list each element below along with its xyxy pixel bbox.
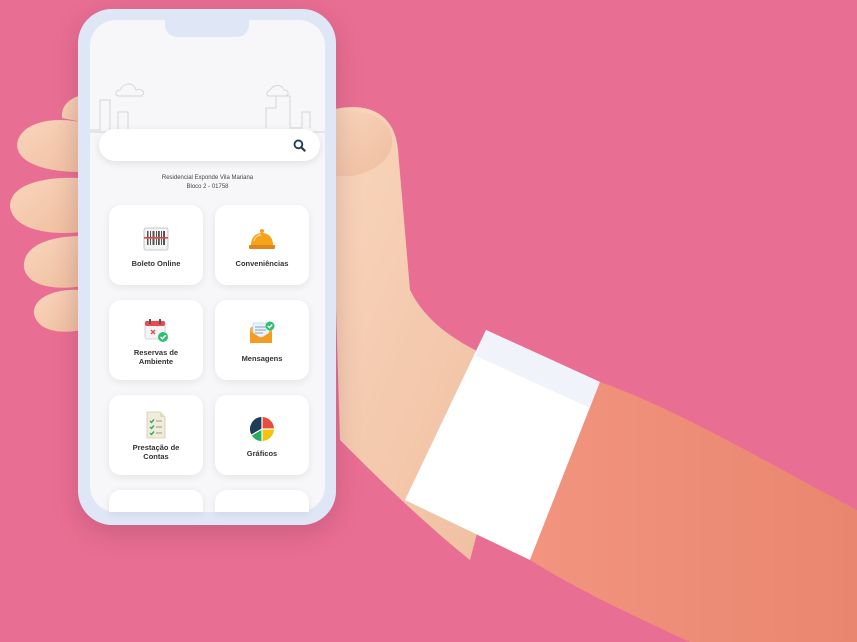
menu-card-prestacao-de-contas[interactable]: Prestação de Contas: [109, 395, 203, 475]
scene: Residencial Exponde Vila Mariana Bloco 2…: [0, 0, 857, 642]
calendar-check-icon: [142, 316, 170, 344]
menu-card-conveniencias[interactable]: Conveniências: [215, 205, 309, 285]
menu-card-label: Conveniências: [235, 259, 289, 268]
menu-card-label: Prestação de Contas: [132, 443, 180, 461]
menu-card-partial[interactable]: [109, 490, 203, 512]
address-line-1: Residencial Exponde Vila Mariana: [161, 175, 254, 181]
menu-card-partial[interactable]: [215, 490, 309, 512]
service-bell-icon: [248, 225, 276, 253]
menu-card-label: Reservas de Ambiente: [133, 348, 179, 366]
condominium-address: Residencial Exponde Vila Mariana Bloco 2…: [90, 174, 325, 192]
search-input[interactable]: [99, 129, 320, 161]
search-icon: [293, 139, 306, 152]
menu-card-boleto-online[interactable]: Boleto Online: [109, 205, 203, 285]
menu-card-graficos[interactable]: Gráficos: [215, 395, 309, 475]
menu-card-label: Boleto Online: [131, 259, 181, 268]
pie-chart-icon: [248, 415, 276, 443]
menu-card-label: Gráficos: [246, 449, 278, 458]
envelope-check-icon: [248, 320, 276, 348]
menu-card-reservas-de-ambiente[interactable]: Reservas de Ambiente: [109, 300, 203, 380]
checklist-document-icon: [142, 411, 170, 439]
phone-notch: [165, 9, 249, 37]
menu-card-label: Mensagens: [241, 354, 283, 363]
address-line-2: Bloco 2 - 01758: [186, 184, 229, 190]
search-button[interactable]: [288, 134, 310, 156]
barcode-icon: [142, 225, 170, 253]
menu-card-mensagens[interactable]: Mensagens: [215, 300, 309, 380]
